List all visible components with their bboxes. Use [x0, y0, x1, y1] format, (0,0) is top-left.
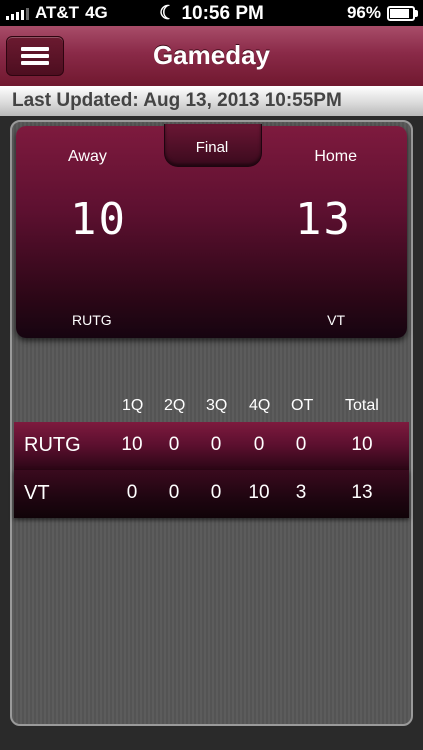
navigation-bar: Gameday: [0, 26, 423, 87]
row-team-name: VT: [24, 482, 50, 504]
row-cell-ot: 0: [295, 434, 307, 455]
row-cell-ot: 3: [295, 482, 307, 503]
row-cell-total: 13: [351, 482, 373, 503]
last-updated-bar: Last Updated: Aug 13, 2013 10:55PM: [0, 86, 423, 116]
game-panel: Final Away Home 10 13 RUTG VT 1Q 2Q 3Q 4…: [10, 120, 413, 726]
scoreboard-card: Final Away Home 10 13 RUTG VT: [16, 124, 407, 338]
row-cell-3q: 0: [210, 434, 222, 455]
header-1q: 1Q: [122, 397, 144, 414]
away-score: 10: [70, 194, 127, 245]
battery-icon: [387, 5, 418, 21]
home-score: 13: [295, 194, 352, 245]
row-cell-2q: 0: [168, 482, 180, 503]
table-row: RUTG 10 0 0 0 0 10: [14, 422, 409, 470]
row-cell-4q: 0: [253, 434, 265, 455]
home-team-name: VT: [327, 312, 345, 328]
row-cell-2q: 0: [168, 434, 180, 455]
header-3q: 3Q: [206, 397, 228, 414]
header-4q: 4Q: [249, 397, 271, 414]
row-cell-total: 10: [351, 434, 373, 455]
row-cell-4q: 10: [248, 482, 270, 503]
row-cell-1q: 10: [121, 434, 143, 455]
page-title: Gameday: [152, 40, 271, 70]
away-team-name: RUTG: [72, 312, 112, 328]
game-status-label: Final: [195, 139, 229, 156]
home-label: Home: [314, 148, 357, 165]
status-bar: AT&T 4G ☾ 10:56 PM 96%: [0, 0, 423, 26]
row-cell-1q: 0: [126, 482, 138, 503]
header-total: Total: [345, 397, 379, 414]
table-row: VT 0 0 0 10 3 13: [14, 470, 409, 518]
moon-icon: ☾: [159, 3, 177, 24]
header-2q: 2Q: [164, 397, 186, 414]
battery-percent: 96%: [346, 3, 381, 22]
row-team-name: RUTG: [24, 434, 81, 456]
status-right: 96%: [346, 3, 418, 23]
away-label: Away: [68, 148, 107, 165]
row-cell-3q: 0: [210, 482, 222, 503]
status-time: 10:56 PM: [181, 3, 264, 24]
header-ot: OT: [291, 397, 314, 414]
